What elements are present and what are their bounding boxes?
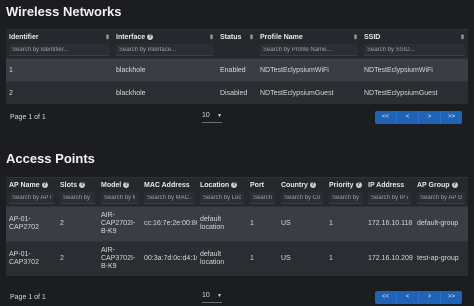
access-points-table: AP Name? Slots? Model? MAC Address Locat… — [6, 178, 468, 276]
location-search-input[interactable] — [200, 192, 244, 204]
help-icon[interactable]: ? — [231, 181, 238, 188]
table-row[interactable]: 1 blackhole Enabled NDTestEclypsiumWiFi … — [6, 58, 468, 82]
cell-profile-name: NDTestEclypsiumWiFi — [257, 58, 361, 82]
cell-location: default location — [197, 206, 247, 242]
table-row[interactable]: AP-01-CAP2702 2 AIR-CAP2702I-B-K9 cc:16:… — [6, 206, 468, 242]
cell-interface: blackhole — [113, 58, 217, 82]
col-ap-group-header[interactable]: AP Group? — [414, 178, 468, 192]
sort-icon[interactable]: ⇕ — [353, 34, 358, 41]
help-icon[interactable]: ? — [79, 181, 86, 188]
country-search-input[interactable] — [281, 192, 323, 204]
cell-identifier: 2 — [6, 81, 113, 104]
cell-port: 1 — [247, 241, 278, 276]
wireless-networks-table-panel: Identifier ⇕ Interface? ⇕ Status ⇕ Profile … — [6, 29, 468, 104]
cell-country: US — [278, 241, 326, 276]
priority-search-input[interactable] — [329, 192, 362, 204]
col-country-header[interactable]: Country? — [278, 178, 326, 192]
cell-model: AIR-CAP2702I-B-K9 — [98, 206, 141, 242]
page-indicator: Page 1 of 1 — [10, 114, 46, 121]
cell-ssid: NDTestEclypsiumGuest — [361, 81, 468, 104]
page-size-select[interactable]: 10 ▼ — [202, 292, 222, 303]
sort-icon[interactable]: ⇕ — [209, 34, 214, 41]
last-page-button[interactable]: >> — [440, 291, 462, 304]
access-points-title: Access Points — [6, 151, 95, 166]
cell-profile-name: NDTestEclypsiumGuest — [257, 81, 361, 104]
cell-slots: 2 — [57, 206, 98, 242]
page-indicator: Page 1 of 1 — [10, 294, 46, 301]
cell-mac-address: cc:16:7e:2e:00:80 — [141, 206, 197, 242]
col-slots-header[interactable]: Slots? — [57, 178, 98, 192]
help-icon[interactable]: ? — [451, 181, 458, 188]
cell-status: Enabled — [217, 58, 257, 82]
sort-icon[interactable]: ⇕ — [105, 34, 110, 41]
col-interface-header[interactable]: Interface? ⇕ — [113, 30, 217, 44]
interface-search-input[interactable] — [116, 44, 214, 56]
help-icon[interactable]: ? — [309, 181, 316, 188]
cell-ap-name: AP-01-CAP3702 — [6, 241, 57, 276]
next-page-button[interactable]: > — [418, 291, 440, 304]
help-icon[interactable]: ? — [41, 181, 48, 188]
col-location-header[interactable]: Location? — [197, 178, 247, 192]
wireless-networks-footer: Page 1 of 1 10 ▼ << < > >> — [6, 110, 468, 126]
col-mac-address-header[interactable]: MAC Address — [141, 178, 197, 192]
access-points-table-panel: AP Name? Slots? Model? MAC Address Locat… — [6, 177, 468, 276]
col-status-header[interactable]: Status ⇕ — [217, 30, 257, 44]
prev-page-button[interactable]: < — [396, 291, 418, 304]
chevron-down-icon: ▼ — [217, 113, 222, 119]
col-profile-name-header[interactable]: Profile Name ⇕ — [257, 30, 361, 44]
col-port-header[interactable]: Port — [247, 178, 278, 192]
cell-ap-group: default-group — [414, 206, 468, 242]
col-ssid-header[interactable]: SSID ⇕ — [361, 30, 468, 44]
profile-name-search-input[interactable] — [260, 44, 358, 56]
first-page-button[interactable]: << — [375, 291, 396, 304]
cell-model: AIR-CAP3702I-B-K9 — [98, 241, 141, 276]
pagination: << < > >> — [375, 111, 462, 124]
cell-interface: blackhole — [113, 81, 217, 104]
model-search-input[interactable] — [101, 192, 138, 204]
sort-icon[interactable]: ⇕ — [460, 34, 465, 41]
slots-search-input[interactable] — [60, 192, 95, 204]
cell-slots: 2 — [57, 241, 98, 276]
cell-mac-address: 00:3a:7d:0c:d4:10 — [141, 241, 197, 276]
page-size-select[interactable]: 10 ▼ — [202, 112, 222, 123]
first-page-button[interactable]: << — [375, 111, 396, 124]
col-priority-header[interactable]: Priority? — [326, 178, 365, 192]
cell-country: US — [278, 206, 326, 242]
cell-status: Disabled — [217, 81, 257, 104]
cell-priority: 1 — [326, 206, 365, 242]
cell-ip-address: 172.16.10.118 — [365, 206, 414, 242]
cell-identifier: 1 — [6, 58, 113, 82]
col-model-header[interactable]: Model? — [98, 178, 141, 192]
cell-priority: 1 — [326, 241, 365, 276]
ap-group-search-input[interactable] — [417, 192, 465, 204]
table-row[interactable]: 2 blackhole Disabled NDTestEclypsiumGues… — [6, 81, 468, 104]
ap-name-search-input[interactable] — [9, 192, 54, 204]
cell-ip-address: 172.16.10.209 — [365, 241, 414, 276]
mac-address-search-input[interactable] — [144, 192, 194, 204]
col-identifier-header[interactable]: Identifier ⇕ — [6, 30, 113, 44]
cell-ap-group: test-ap-group — [414, 241, 468, 276]
sort-icon[interactable]: ⇕ — [249, 34, 254, 41]
help-icon[interactable]: ? — [355, 181, 362, 188]
cell-port: 1 — [247, 206, 278, 242]
cell-ssid: NDTestEclypsiumWiFi — [361, 58, 468, 82]
next-page-button[interactable]: > — [418, 111, 440, 124]
last-page-button[interactable]: >> — [440, 111, 462, 124]
table-row[interactable]: AP-01-CAP3702 2 AIR-CAP3702I-B-K9 00:3a:… — [6, 241, 468, 276]
wireless-networks-table: Identifier ⇕ Interface? ⇕ Status ⇕ Profile … — [6, 30, 468, 104]
col-ip-address-header[interactable]: IP Address — [365, 178, 414, 192]
port-search-input[interactable] — [250, 192, 275, 204]
help-icon[interactable]: ? — [123, 181, 130, 188]
cell-ap-name: AP-01-CAP2702 — [6, 206, 57, 242]
prev-page-button[interactable]: < — [396, 111, 418, 124]
col-ap-name-header[interactable]: AP Name? — [6, 178, 57, 192]
identifier-search-input[interactable] — [9, 44, 110, 56]
help-icon[interactable]: ? — [147, 33, 154, 40]
pagination: << < > >> — [375, 291, 462, 304]
cell-location: default location — [197, 241, 247, 276]
ip-address-search-input[interactable] — [368, 192, 411, 204]
chevron-down-icon: ▼ — [217, 293, 222, 299]
ssid-search-input[interactable] — [364, 44, 465, 56]
wireless-networks-title: Wireless Networks — [6, 4, 122, 19]
